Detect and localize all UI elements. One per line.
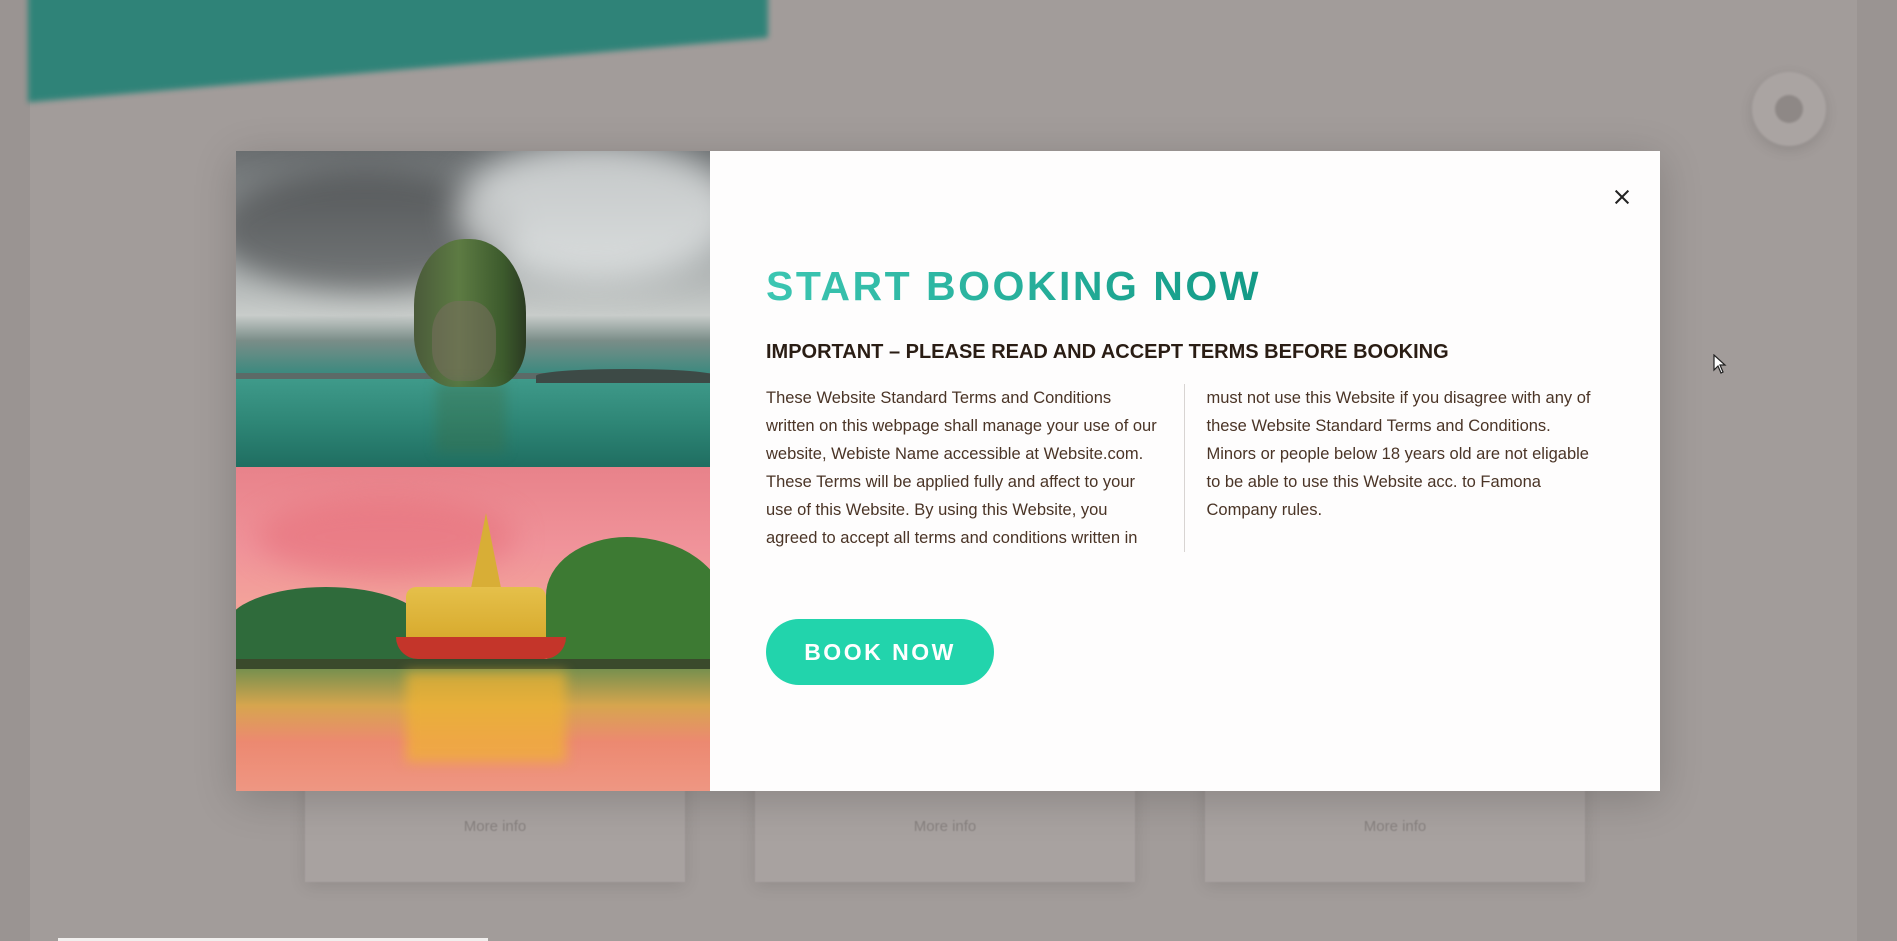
book-now-button[interactable]: BOOK NOW	[766, 619, 994, 685]
sea-rock-island-photo	[236, 151, 710, 467]
background-card-label: More info	[1363, 817, 1427, 835]
golden-palace-lake-photo	[236, 467, 710, 791]
background-card-label: More info	[463, 817, 527, 835]
background-floating-button	[1752, 72, 1826, 146]
page-background: More info More info More info START BOOK…	[0, 0, 1897, 941]
background-card-label: More info	[913, 817, 977, 835]
booking-modal: START BOOKING NOW IMPORTANT – PLEASE REA…	[236, 151, 1660, 791]
terms-column-right: must not use this Website if you disagre…	[1206, 389, 1591, 519]
background-panel	[0, 0, 30, 941]
background-fab-icon	[1775, 95, 1803, 123]
modal-image-column	[236, 151, 710, 791]
modal-subtitle: IMPORTANT – PLEASE READ AND ACCEPT TERMS…	[766, 341, 1449, 363]
modal-title: START BOOKING NOW	[766, 263, 1261, 309]
modal-content: START BOOKING NOW IMPORTANT – PLEASE REA…	[710, 151, 1660, 791]
terms-column-left: These Website Standard Terms and Conditi…	[766, 384, 1185, 552]
terms-text: These Website Standard Terms and Conditi…	[766, 384, 1600, 552]
background-panel	[1857, 0, 1897, 941]
background-header-banner	[28, 0, 768, 103]
close-icon[interactable]	[1610, 185, 1634, 209]
